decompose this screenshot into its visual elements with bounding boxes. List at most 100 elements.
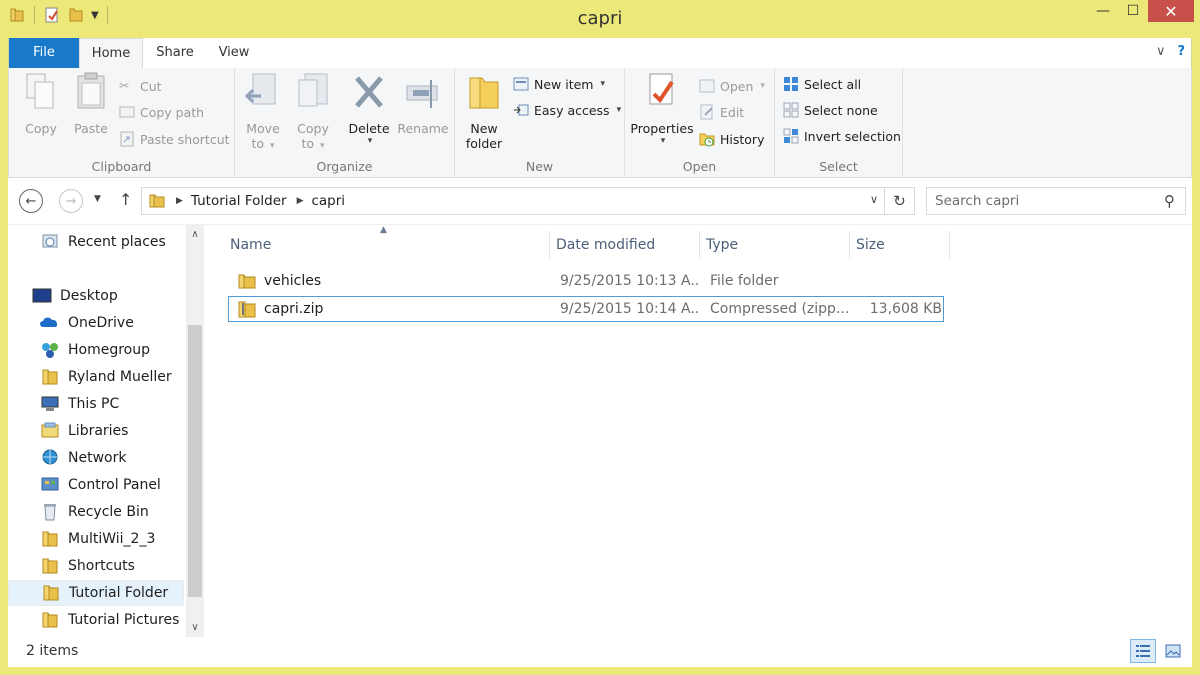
select-all-button[interactable]: Select all bbox=[783, 74, 861, 94]
history-button[interactable]: History bbox=[699, 129, 764, 149]
up-button[interactable]: ↑ bbox=[119, 190, 132, 209]
file-type: Compressed (zipp... bbox=[710, 301, 850, 317]
copy-to-button[interactable]: Copy to ▾ bbox=[293, 72, 333, 151]
move-to-label-2: to ▾ bbox=[251, 136, 275, 151]
arrow-up-icon: ↑ bbox=[119, 190, 133, 209]
search-box[interactable]: ⚲ bbox=[926, 187, 1186, 215]
column-header-size[interactable]: Size bbox=[850, 231, 950, 259]
rename-icon bbox=[406, 80, 438, 108]
file-date: 9/25/2015 10:13 A... bbox=[560, 273, 700, 289]
invert-selection-button[interactable]: Invert selection bbox=[783, 126, 901, 146]
easy-access-label: Easy access bbox=[534, 102, 610, 118]
scroll-up-icon[interactable]: ∧ bbox=[186, 225, 204, 245]
nav-item-multiwii[interactable]: MultiWii_2_3 bbox=[8, 526, 184, 552]
chevron-right-icon[interactable]: ▶ bbox=[176, 196, 183, 206]
minimize-ribbon-icon[interactable]: ∨ bbox=[1156, 44, 1166, 59]
recent-locations-chevron-icon[interactable]: ▼ bbox=[94, 194, 101, 204]
copy-to-icon bbox=[298, 73, 328, 107]
select-none-icon bbox=[783, 102, 799, 118]
nav-item-label: Ryland Mueller bbox=[68, 369, 172, 385]
nav-item-tutorial-pictures[interactable]: Tutorial Pictures bbox=[8, 607, 184, 633]
column-header-type[interactable]: Type bbox=[700, 231, 850, 259]
cut-label: Cut bbox=[140, 78, 162, 94]
new-folder-button[interactable]: New folder bbox=[461, 72, 507, 151]
refresh-icon: ↻ bbox=[893, 192, 906, 210]
close-button[interactable]: ✕ bbox=[1148, 0, 1194, 22]
file-date: 9/25/2015 10:14 A... bbox=[560, 301, 700, 317]
edit-button[interactable]: Edit bbox=[699, 102, 744, 122]
search-icon[interactable]: ⚲ bbox=[1164, 192, 1175, 210]
nav-item-control-panel[interactable]: Control Panel bbox=[8, 472, 184, 498]
nav-item-label: This PC bbox=[68, 396, 120, 412]
content-area: Recent places Desktop OneDrive Homegroup… bbox=[8, 224, 1192, 638]
paste-button[interactable]: Paste bbox=[69, 72, 113, 136]
easy-access-button[interactable]: Easy access ▾ bbox=[513, 100, 621, 120]
breadcrumb-tutorial-folder[interactable]: Tutorial Folder bbox=[191, 193, 287, 209]
folder-icon bbox=[43, 585, 59, 601]
select-all-icon bbox=[784, 77, 798, 91]
address-history-dropdown-icon[interactable]: ∨ bbox=[870, 193, 878, 206]
help-icon[interactable]: ? bbox=[1177, 44, 1185, 59]
new-item-button[interactable]: New item ▾ bbox=[513, 74, 605, 94]
tab-share[interactable]: Share bbox=[155, 38, 195, 68]
delete-button[interactable]: Delete ▾ bbox=[347, 72, 391, 146]
refresh-button[interactable]: ↻ bbox=[884, 188, 914, 214]
copy-button[interactable]: Copy bbox=[19, 72, 63, 136]
nav-item-network[interactable]: Network bbox=[8, 445, 184, 471]
nav-item-recent-places[interactable]: Recent places bbox=[8, 229, 184, 255]
network-icon bbox=[42, 449, 58, 465]
copy-path-icon bbox=[119, 106, 135, 118]
scrollbar-thumb[interactable] bbox=[188, 325, 202, 597]
navigation-pane: Recent places Desktop OneDrive Homegroup… bbox=[8, 225, 204, 638]
properties-dropdown-icon[interactable]: ▾ bbox=[631, 136, 695, 146]
properties-button[interactable]: Properties ▾ bbox=[629, 72, 695, 146]
minimize-button[interactable]: — bbox=[1088, 0, 1118, 22]
select-none-button[interactable]: Select none bbox=[783, 100, 878, 120]
ribbon-tabs: File Home Share View ∨ ? bbox=[8, 38, 1192, 69]
tab-home[interactable]: Home bbox=[79, 38, 143, 69]
nav-item-shortcuts[interactable]: Shortcuts bbox=[8, 553, 184, 579]
nav-item-homegroup[interactable]: Homegroup bbox=[8, 337, 184, 363]
tab-file[interactable]: File bbox=[9, 38, 79, 68]
scroll-down-icon[interactable]: ∨ bbox=[186, 618, 204, 638]
back-button[interactable]: ← bbox=[19, 189, 43, 213]
view-switcher bbox=[1130, 639, 1186, 663]
delete-dropdown-icon[interactable]: ▾ bbox=[349, 136, 391, 146]
nav-item-recycle-bin[interactable]: Recycle Bin bbox=[8, 499, 184, 525]
search-input[interactable] bbox=[935, 193, 1145, 209]
tab-view[interactable]: View bbox=[217, 38, 251, 68]
details-view-button[interactable] bbox=[1130, 639, 1156, 663]
nav-item-ryland-mueller[interactable]: Ryland Mueller bbox=[8, 364, 184, 390]
nav-item-this-pc[interactable]: This PC bbox=[8, 391, 184, 417]
breadcrumb-capri[interactable]: capri bbox=[311, 193, 345, 209]
rename-button[interactable]: Rename bbox=[397, 72, 449, 136]
nav-item-libraries[interactable]: Libraries bbox=[8, 418, 184, 444]
nav-item-tutorial-folder[interactable]: Tutorial Folder bbox=[8, 580, 184, 606]
file-name: vehicles bbox=[264, 273, 322, 289]
invert-selection-icon bbox=[783, 128, 799, 144]
select-group-label: Select bbox=[819, 159, 858, 174]
column-header-name[interactable]: Name bbox=[224, 231, 550, 259]
cut-button[interactable]: ✂ Cut bbox=[119, 76, 162, 96]
open-button[interactable]: Open ▾ bbox=[699, 76, 765, 96]
chevron-right-icon[interactable]: ▶ bbox=[297, 196, 304, 206]
organize-group: Move to ▾ Copy to ▾ Delete ▾ Rename Orga… bbox=[235, 68, 455, 178]
user-folder-icon bbox=[42, 369, 58, 385]
column-header-date-modified[interactable]: Date modified bbox=[550, 231, 700, 259]
recycle-bin-icon bbox=[44, 504, 56, 521]
address-bar[interactable]: ▶ Tutorial Folder ▶ capri ∨ ↻ bbox=[141, 187, 915, 215]
forward-button[interactable]: → bbox=[59, 189, 83, 213]
paste-shortcut-button[interactable]: Paste shortcut bbox=[119, 129, 230, 149]
nav-item-desktop[interactable]: Desktop bbox=[8, 283, 184, 309]
file-row[interactable]: capri.zip 9/25/2015 10:14 A... Compresse… bbox=[228, 296, 944, 322]
large-icons-view-button[interactable] bbox=[1160, 639, 1186, 663]
nav-item-onedrive[interactable]: OneDrive bbox=[8, 310, 184, 336]
file-row[interactable]: vehicles 9/25/2015 10:13 A... File folde… bbox=[228, 269, 944, 295]
copy-path-button[interactable]: Copy path bbox=[119, 102, 204, 122]
arrow-left-icon: ← bbox=[25, 193, 37, 209]
nav-pane-scrollbar[interactable]: ∧ ∨ bbox=[186, 225, 204, 638]
nav-item-label: Recycle Bin bbox=[68, 504, 149, 520]
maximize-button[interactable]: ☐ bbox=[1118, 0, 1148, 22]
move-to-button[interactable]: Move to ▾ bbox=[243, 72, 283, 151]
folder-icon bbox=[42, 531, 58, 547]
